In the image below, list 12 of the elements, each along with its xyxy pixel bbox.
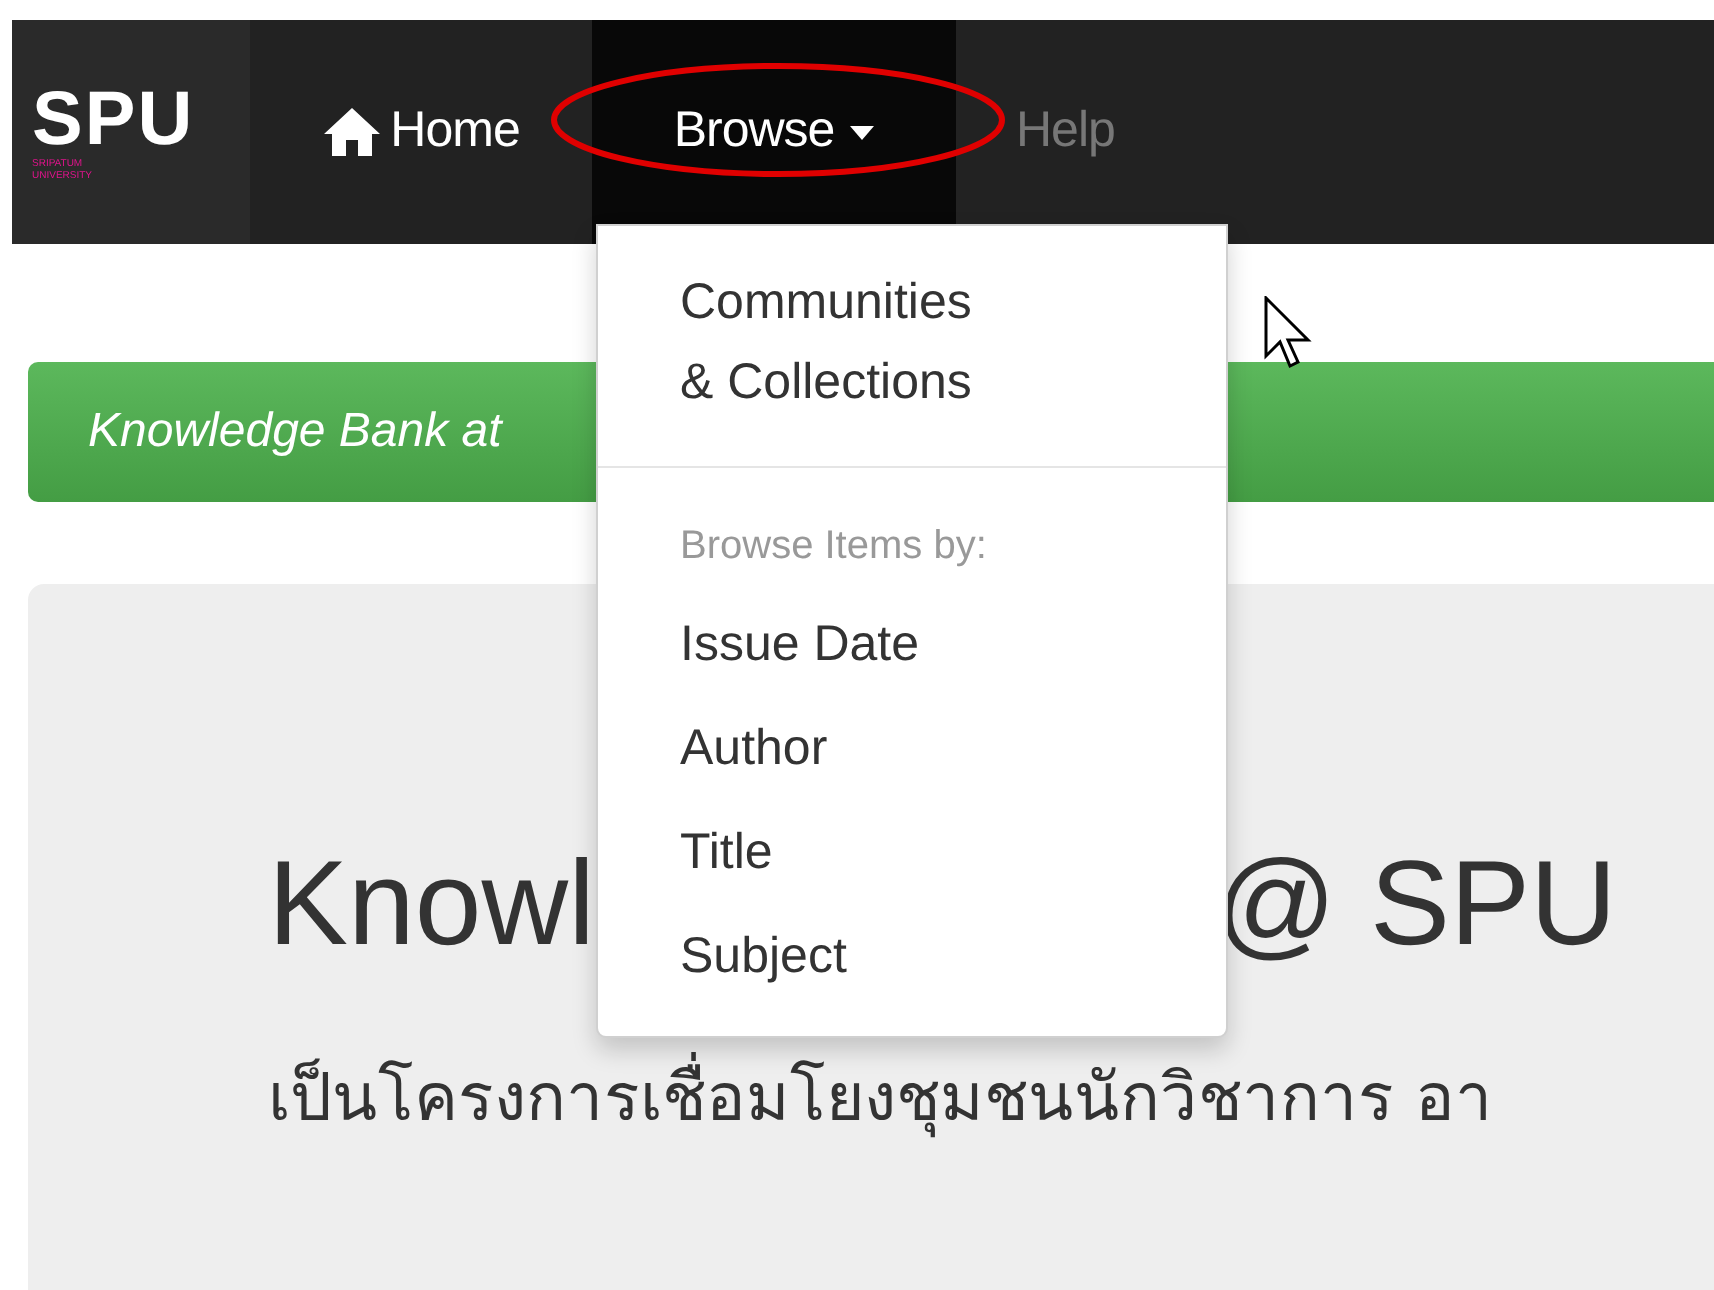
menu-header: Browse Items by: xyxy=(678,522,989,572)
menu-item[interactable]: Communities & Collections xyxy=(598,250,1226,434)
nav-tab[interactable]: Home xyxy=(250,20,592,244)
cursor-icon xyxy=(1264,296,1312,372)
nav-tab[interactable]: Help xyxy=(956,20,1115,244)
intro-text: เป็นโครงการเชื่อมโยงชุมชนนักวิชาการ อา xyxy=(268,1048,1714,1147)
menu-item[interactable]: Author xyxy=(598,696,1226,800)
banner-text: Knowledge Bank at xyxy=(88,402,502,462)
caret-icon xyxy=(850,125,875,139)
heading: Knowl xyxy=(268,844,595,964)
menu-item[interactable]: Issue Date xyxy=(598,592,1226,696)
home-icon xyxy=(322,106,383,158)
